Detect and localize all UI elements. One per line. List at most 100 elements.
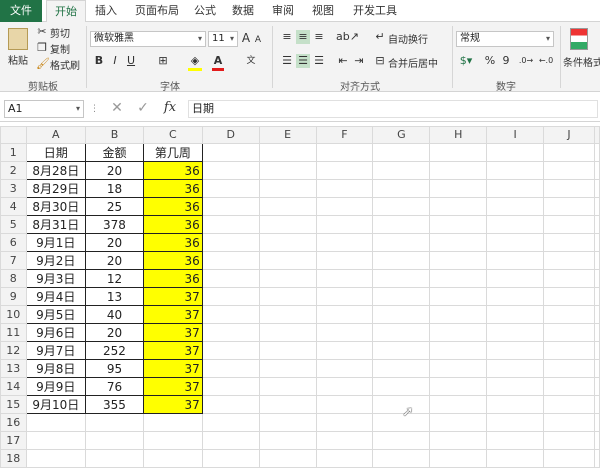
cell[interactable] xyxy=(25,413,87,432)
cell[interactable]: 9月10日 xyxy=(25,395,87,414)
cell[interactable] xyxy=(201,179,260,198)
tab-insert[interactable]: 插入 xyxy=(88,0,124,22)
cell[interactable]: 18 xyxy=(85,179,144,198)
cell[interactable] xyxy=(486,197,544,216)
cell[interactable] xyxy=(258,179,317,198)
cell[interactable]: 9月9日 xyxy=(25,377,87,396)
cell[interactable] xyxy=(25,431,87,450)
cell[interactable] xyxy=(201,215,260,234)
row-header[interactable]: 2 xyxy=(0,161,27,180)
cell[interactable] xyxy=(372,449,431,468)
cell[interactable] xyxy=(315,413,374,432)
cell[interactable] xyxy=(429,251,488,270)
cell[interactable] xyxy=(201,341,260,360)
cell[interactable] xyxy=(201,143,260,162)
cell[interactable] xyxy=(594,251,600,270)
cell[interactable]: 8月30日 xyxy=(25,197,87,216)
row-header[interactable]: 1 xyxy=(0,143,27,162)
cell[interactable] xyxy=(542,323,596,342)
insert-function-icon[interactable]: fx xyxy=(162,101,178,115)
cell[interactable] xyxy=(486,287,544,306)
cell[interactable] xyxy=(85,431,144,450)
row-header[interactable]: 12 xyxy=(0,341,27,360)
cell[interactable] xyxy=(542,197,596,216)
cell[interactable] xyxy=(486,359,544,378)
cell[interactable] xyxy=(258,341,317,360)
cell[interactable] xyxy=(258,323,317,342)
increase-decimal-icon[interactable]: .0→ xyxy=(518,54,534,68)
cell[interactable] xyxy=(429,305,488,324)
cell[interactable] xyxy=(372,269,431,288)
cell[interactable]: 9月3日 xyxy=(25,269,87,288)
cell[interactable] xyxy=(594,269,600,288)
increase-indent-icon[interactable]: ⇥ xyxy=(352,54,366,68)
cell[interactable] xyxy=(429,395,488,414)
cell[interactable] xyxy=(429,179,488,198)
cell[interactable] xyxy=(542,269,596,288)
cell[interactable] xyxy=(258,431,317,450)
cell[interactable]: 36 xyxy=(142,197,203,216)
cell[interactable] xyxy=(542,287,596,306)
cell[interactable] xyxy=(594,287,600,306)
cell[interactable]: 20 xyxy=(85,323,144,342)
cell[interactable] xyxy=(594,413,600,432)
cell[interactable] xyxy=(372,305,431,324)
cell[interactable] xyxy=(429,143,488,162)
cell[interactable]: 9月4日 xyxy=(25,287,87,306)
cell[interactable] xyxy=(542,431,596,450)
copy-button[interactable]: 复制 xyxy=(50,41,70,56)
paste-button[interactable]: 粘贴 xyxy=(8,52,28,67)
cell[interactable] xyxy=(542,233,596,252)
cell[interactable]: 8月29日 xyxy=(25,179,87,198)
grow-font-icon[interactable]: A xyxy=(241,31,251,45)
cell[interactable] xyxy=(372,197,431,216)
cell[interactable] xyxy=(258,413,317,432)
accounting-format-icon[interactable]: $▾ xyxy=(458,54,474,68)
cell[interactable] xyxy=(486,215,544,234)
cell[interactable]: 8月28日 xyxy=(25,161,87,180)
column-header[interactable]: A xyxy=(25,126,87,144)
cell[interactable]: 36 xyxy=(142,269,203,288)
cell[interactable] xyxy=(258,287,317,306)
cell[interactable] xyxy=(429,413,488,432)
cell[interactable] xyxy=(201,305,260,324)
merge-center-button[interactable]: 合并后居中 xyxy=(388,55,438,70)
row-header[interactable]: 14 xyxy=(0,377,27,396)
cell[interactable] xyxy=(258,251,317,270)
cell[interactable]: 76 xyxy=(85,377,144,396)
cell[interactable]: 25 xyxy=(85,197,144,216)
cell[interactable] xyxy=(315,377,374,396)
cell[interactable] xyxy=(429,287,488,306)
cell[interactable] xyxy=(201,161,260,180)
cell[interactable]: 355 xyxy=(85,395,144,414)
italic-button[interactable]: I xyxy=(110,54,120,68)
cell[interactable] xyxy=(372,233,431,252)
row-header[interactable]: 5 xyxy=(0,215,27,234)
align-middle-icon[interactable]: ≡ xyxy=(296,30,310,44)
cell[interactable]: 9月1日 xyxy=(25,233,87,252)
cell[interactable] xyxy=(258,305,317,324)
cell[interactable]: 37 xyxy=(142,359,203,378)
cell[interactable] xyxy=(429,449,488,468)
cell[interactable]: 252 xyxy=(85,341,144,360)
cell[interactable] xyxy=(542,449,596,468)
cell[interactable] xyxy=(201,377,260,396)
cell[interactable] xyxy=(486,323,544,342)
cell[interactable] xyxy=(258,359,317,378)
column-header[interactable]: F xyxy=(315,126,374,144)
select-all-corner[interactable] xyxy=(0,126,27,144)
cell[interactable] xyxy=(429,323,488,342)
underline-button[interactable]: U xyxy=(126,54,136,68)
cell[interactable] xyxy=(486,305,544,324)
cell[interactable]: 37 xyxy=(142,377,203,396)
tab-view[interactable]: 视图 xyxy=(306,0,340,22)
cell[interactable] xyxy=(372,287,431,306)
cell[interactable] xyxy=(594,449,600,468)
tab-formulas[interactable]: 公式 xyxy=(188,0,222,22)
cell[interactable]: 9月7日 xyxy=(25,341,87,360)
formula-input[interactable]: 日期 xyxy=(188,100,598,118)
cell[interactable] xyxy=(542,341,596,360)
cell[interactable] xyxy=(201,269,260,288)
cell[interactable] xyxy=(142,413,203,432)
cell[interactable] xyxy=(372,341,431,360)
